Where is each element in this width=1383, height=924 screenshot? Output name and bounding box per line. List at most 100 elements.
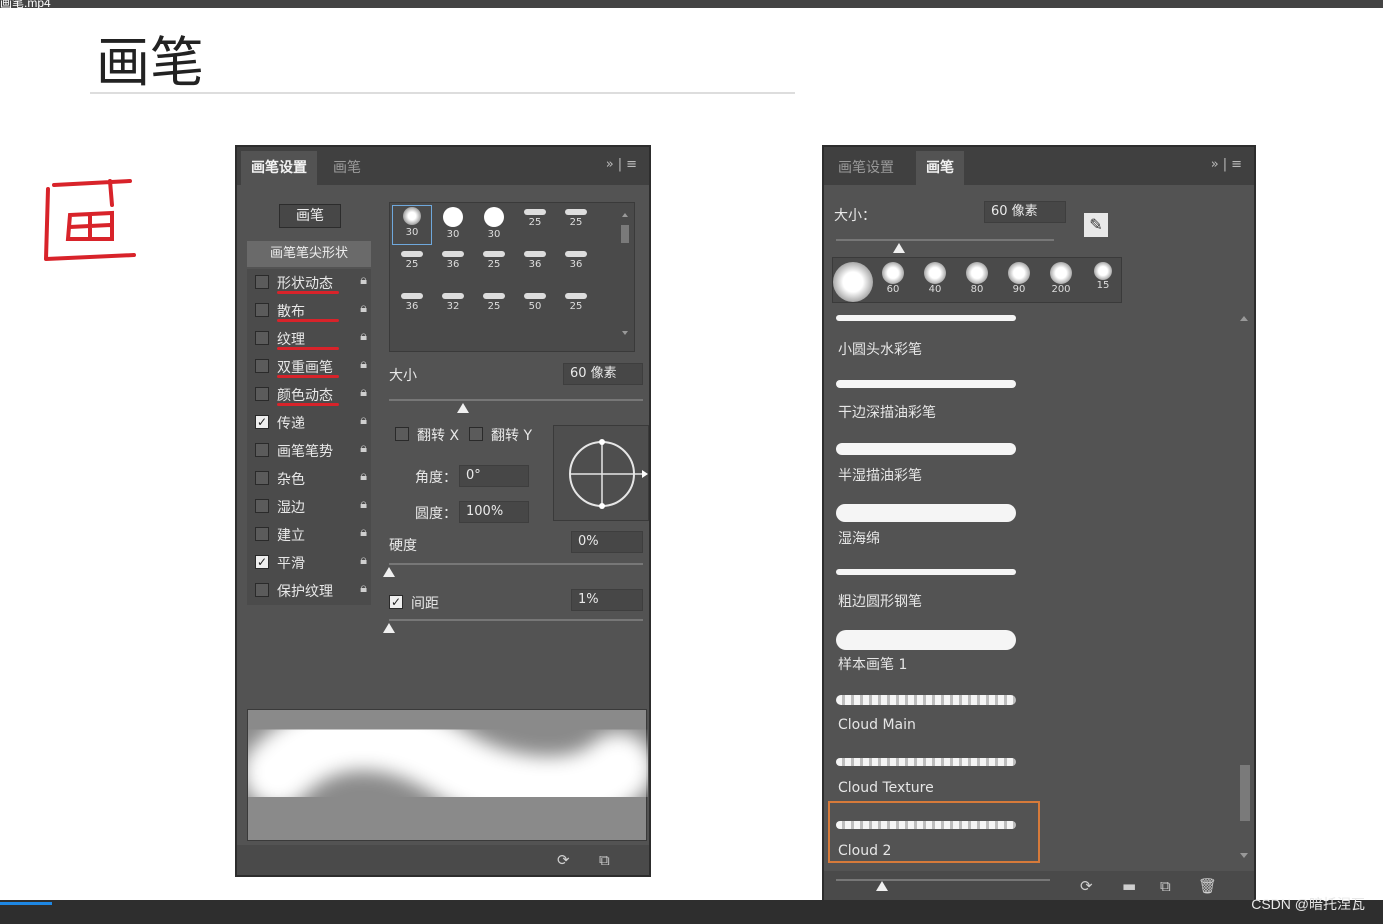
brush-tip[interactable]: 25	[474, 289, 514, 329]
brush-tip[interactable]: 25	[556, 205, 596, 245]
brush-option-row[interactable]: 颜色动态 🔒︎	[247, 381, 371, 409]
toggle-brush-preview-icon[interactable]: ⟳	[1080, 877, 1093, 895]
size-field[interactable]: 60 像素	[563, 363, 643, 385]
trash-icon[interactable]: 🗑	[1198, 877, 1217, 895]
brush-tip[interactable]: 36	[556, 247, 596, 287]
brush-option-row[interactable]: 形状动态 🔒︎	[247, 269, 371, 297]
brush-option-row[interactable]: 杂色 🔒︎	[247, 465, 371, 493]
brush-list-item[interactable]: 半湿描油彩笔	[830, 433, 1040, 496]
flip-y-option[interactable]: 翻转 Y	[461, 421, 541, 449]
brush-tip[interactable]: 25	[556, 289, 596, 329]
panel-menu-icon[interactable]: »|≡	[1211, 157, 1246, 172]
lock-icon[interactable]: 🔒︎	[360, 301, 367, 316]
lock-icon[interactable]: 🔒︎	[360, 497, 367, 512]
size-slider-track[interactable]	[389, 399, 643, 401]
lock-icon[interactable]: 🔒︎	[360, 385, 367, 400]
brush-option-row[interactable]: 建立 🔒︎	[247, 521, 371, 549]
brush-option-row[interactable]: 画笔笔势 🔒︎	[247, 437, 371, 465]
tab-brush-settings[interactable]: 画笔设置	[828, 151, 904, 185]
brush-tip[interactable]: 25	[515, 205, 555, 245]
brush-option-row[interactable]: 保护纹理 🔒︎	[247, 577, 371, 605]
flip-x-checkbox[interactable]	[395, 427, 409, 441]
brush-preset[interactable]: 60	[873, 260, 913, 295]
brush-option-row[interactable]: 湿边 🔒︎	[247, 493, 371, 521]
brush-preset[interactable]: 200	[1041, 260, 1081, 295]
brush-tip[interactable]: 30	[474, 205, 514, 245]
size-slider-track[interactable]	[836, 239, 1054, 241]
scrollbar-thumb[interactable]	[1240, 765, 1250, 821]
zoom-slider-thumb[interactable]	[876, 881, 888, 891]
lock-icon[interactable]: 🔒︎	[360, 441, 367, 456]
spacing-slider-thumb[interactable]	[383, 623, 395, 633]
brush-option-checkbox[interactable]	[255, 471, 269, 485]
size-slider-thumb[interactable]	[893, 243, 906, 253]
brush-option-row[interactable]: 双重画笔 🔒︎	[247, 353, 371, 381]
video-progress-bar[interactable]	[0, 900, 1383, 924]
brush-tip[interactable]: 25	[474, 247, 514, 287]
tab-brush-settings[interactable]: 画笔设置	[241, 151, 317, 185]
brush-list-scrollbar[interactable]	[1238, 313, 1250, 863]
lock-icon[interactable]: 🔒︎	[360, 581, 367, 596]
lock-icon[interactable]: 🔒︎	[360, 329, 367, 344]
angle-roundness-widget[interactable]	[553, 425, 649, 521]
brush-option-checkbox[interactable]	[255, 387, 269, 401]
new-group-folder-icon[interactable]: ▬	[1122, 877, 1136, 895]
brush-option-row[interactable]: ✓ 传递 🔒︎	[247, 409, 371, 437]
brush-tip[interactable]: 36	[392, 289, 432, 329]
new-brush-icon[interactable]: ⧉	[599, 851, 610, 869]
brush-tip[interactable]: 36	[515, 247, 555, 287]
brush-list-item[interactable]: 粗边圆形钢笔	[830, 559, 1040, 622]
brush-presets-button[interactable]: 画笔	[279, 204, 341, 228]
brush-option-checkbox[interactable]	[255, 499, 269, 513]
hardness-slider-track[interactable]	[389, 563, 643, 565]
brush-option-checkbox[interactable]	[255, 275, 269, 289]
brush-preset[interactable]: 15	[1083, 260, 1123, 291]
size-field[interactable]: 60 像素	[984, 201, 1066, 223]
lock-icon[interactable]: 🔒︎	[360, 273, 367, 288]
flip-x-option[interactable]: 翻转 X	[387, 421, 467, 449]
lock-icon[interactable]: 🔒︎	[360, 553, 367, 568]
panel-menu-icon[interactable]: »|≡	[606, 157, 641, 172]
brush-option-checkbox[interactable]	[255, 527, 269, 541]
brush-preset[interactable]	[833, 260, 873, 302]
brush-tip[interactable]: 36	[433, 247, 473, 287]
tab-brushes[interactable]: 画笔	[916, 151, 964, 185]
size-slider-thumb[interactable]	[456, 403, 469, 413]
spacing-field[interactable]: 1%	[571, 589, 643, 611]
brush-option-checkbox[interactable]	[255, 303, 269, 317]
brush-option-row[interactable]: 散布 🔒︎	[247, 297, 371, 325]
brush-option-checkbox[interactable]: ✓	[255, 415, 269, 429]
brush-tip[interactable]: 25	[392, 247, 432, 287]
lock-icon[interactable]: 🔒︎	[360, 357, 367, 372]
lock-icon[interactable]: 🔒︎	[360, 413, 367, 428]
brush-option-checkbox[interactable]: ✓	[255, 555, 269, 569]
brush-list-item[interactable]: 干边深描油彩笔	[830, 370, 1040, 433]
brush-tip[interactable]: 30	[392, 205, 432, 245]
brush-edit-icon[interactable]: ✎	[1084, 213, 1108, 237]
tab-brushes[interactable]: 画笔	[323, 151, 371, 185]
roundness-field[interactable]: 100%	[459, 501, 529, 523]
brush-option-checkbox[interactable]	[255, 583, 269, 597]
brush-option-row[interactable]: ✓ 平滑 🔒︎	[247, 549, 371, 577]
hardness-slider-thumb[interactable]	[383, 567, 395, 577]
spacing-option[interactable]: ✓ 间距	[381, 589, 461, 617]
brush-tip[interactable]: 50	[515, 289, 555, 329]
brush-list-item[interactable]: 样本画笔 1	[830, 622, 1040, 685]
lock-icon[interactable]: 🔒︎	[360, 525, 367, 540]
brush-option-checkbox[interactable]	[255, 331, 269, 345]
brush-option-row[interactable]: 纹理 🔒︎	[247, 325, 371, 353]
brush-list-item[interactable]: 小圆头水彩笔	[830, 307, 1040, 370]
brush-tip[interactable]: 30	[433, 205, 473, 245]
hardness-field[interactable]: 0%	[571, 531, 643, 553]
brush-preset[interactable]: 80	[957, 260, 997, 295]
new-brush-icon[interactable]: ⧉	[1160, 877, 1171, 895]
zoom-slider-track[interactable]	[836, 879, 1050, 881]
brush-list-item[interactable]: 湿海绵	[830, 496, 1040, 559]
brush-tip[interactable]: 32	[433, 289, 473, 329]
tip-grid-scrollbar[interactable]	[620, 211, 630, 337]
spacing-slider-track[interactable]	[389, 619, 643, 621]
brush-option-checkbox[interactable]	[255, 443, 269, 457]
brush-preset[interactable]: 40	[915, 260, 955, 295]
flip-y-checkbox[interactable]	[469, 427, 483, 441]
brush-option-checkbox[interactable]	[255, 359, 269, 373]
